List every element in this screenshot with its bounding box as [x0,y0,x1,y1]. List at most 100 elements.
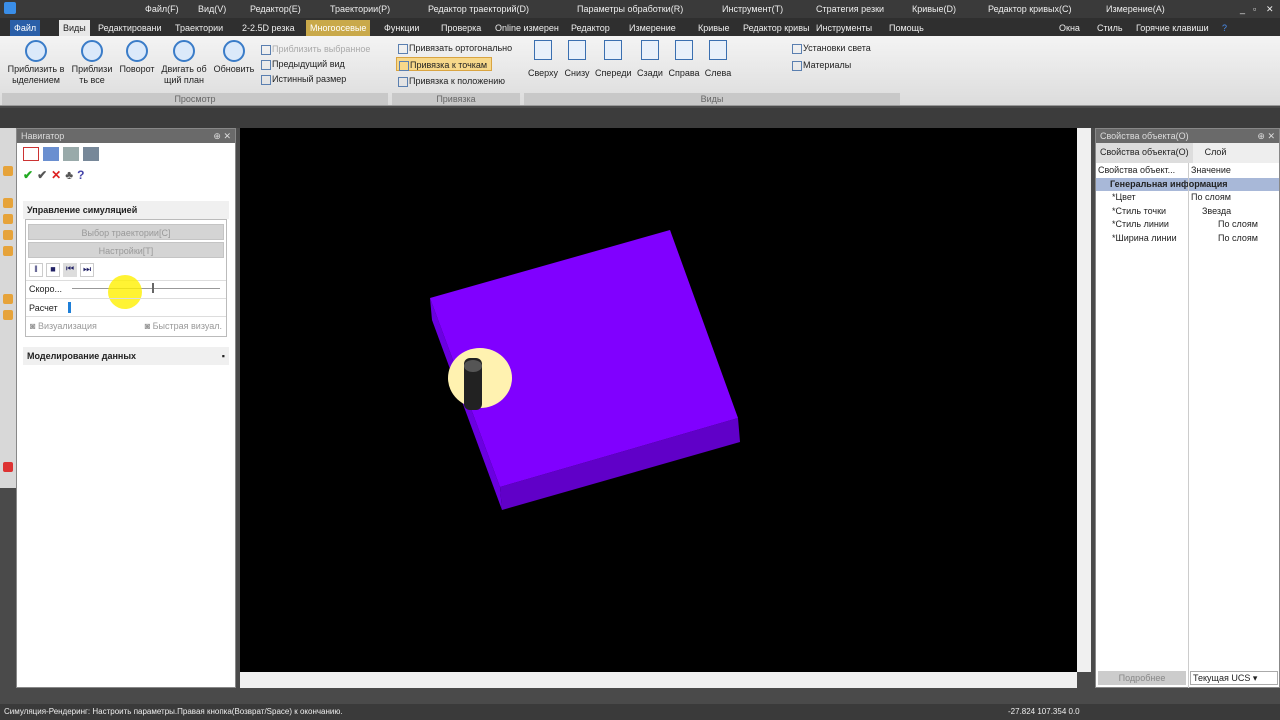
quadrant-tool-icon[interactable] [3,246,13,256]
pan-button[interactable]: Двигать об щий план [160,40,208,86]
tab-model-icon[interactable] [23,147,39,161]
fast-vis-checkbox[interactable]: ◙ Быстрая визуал. [145,321,222,331]
menu-curve-editor[interactable]: Редактор кривых(C) [988,4,1071,14]
materials-button[interactable]: Материалы [790,58,851,72]
stop-icon[interactable]: ■ [46,263,60,277]
angle-tool-icon[interactable] [3,310,13,320]
snap-position-button[interactable]: Привязка к положению [396,74,505,88]
tab-object-props[interactable]: Свойства объекта(O) [1096,143,1193,163]
ucs-select[interactable]: Текущая UCS ▾ [1190,671,1278,685]
tab-curves[interactable]: Кривые [694,20,734,36]
zoom-selection-button[interactable]: Приблизить в ыделением [4,40,68,86]
windows-menu[interactable]: Окна [1055,20,1084,36]
menu-params[interactable]: Параметры обработки(R) [577,4,683,14]
tab-edit[interactable]: Редактировани [94,20,166,36]
tab-paths[interactable]: Траектории [171,20,227,36]
maximize-button[interactable]: ▫ [1253,4,1256,14]
color-value[interactable]: По слоям [1191,191,1231,204]
tab-measure[interactable]: Измерение [625,20,680,36]
tab-tools[interactable]: Инструменты [812,20,876,36]
speed-slider-thumb[interactable] [152,283,155,293]
menu-paths[interactable]: Траектории(P) [330,4,390,14]
refresh-icon [223,40,245,62]
view-back-button[interactable]: Сзади [634,40,666,78]
refresh-button[interactable]: Обновить [210,40,258,75]
line-tool-icon[interactable] [3,166,13,176]
delete-icon[interactable] [3,462,13,472]
menu-view[interactable]: Вид(V) [198,4,226,14]
zoom-selected-button[interactable]: Приблизить выбранное [259,42,370,56]
grid-tool-icon[interactable] [3,294,13,304]
view-front-button[interactable]: Спереди [595,40,631,78]
light-settings-button[interactable]: Установки света [790,41,871,55]
snap-points-button[interactable]: Привязка к точкам [396,57,493,71]
tab-multiaxis[interactable]: Многоосевые [306,20,371,36]
tab-2d[interactable]: 2-2.5D резка [238,20,299,36]
style-menu[interactable]: Стиль [1093,20,1127,36]
tab-views[interactable]: Виды [59,20,90,36]
select-path-button[interactable]: Выбор траектории[C] [28,224,224,240]
menu-tool[interactable]: Инструмент(T) [722,4,783,14]
close-icon[interactable]: ⊕ ✕ [213,129,231,143]
tab-help[interactable]: Помощь [885,20,928,36]
navigator-actions: ✔ ✔ ✕ ♣ ? [17,165,235,187]
vertical-scrollbar[interactable] [1077,128,1091,672]
tab-layer[interactable]: Слой [1193,143,1239,163]
rotate-button[interactable]: Поворот [116,40,158,75]
help-icon[interactable]: ? [1218,20,1231,36]
view-right-button[interactable]: Справа [667,40,701,78]
close-icon[interactable]: ⊕ ✕ [1257,129,1275,143]
horizontal-scrollbar[interactable] [240,672,1077,688]
tool-tip [464,360,482,372]
cube-icon [709,40,727,60]
menu-measure[interactable]: Измерение(A) [1106,4,1165,14]
speed-slider[interactable] [72,288,220,289]
true-size-button[interactable]: Истинный размер [259,72,346,86]
settings-button[interactable]: Настройки[T] [28,242,224,258]
tab-online[interactable]: Online измерен [491,20,563,36]
rewind-icon[interactable]: ⏮ [63,263,77,277]
menu-curves[interactable]: Кривые(D) [912,4,956,14]
line-width-value[interactable]: По слоям [1218,232,1258,245]
apply-icon[interactable]: ✔ [37,168,47,184]
intersect-tool-icon[interactable] [3,214,13,224]
properties-grid: Свойства объект... Значение Генеральная … [1096,163,1279,688]
view-top-button[interactable]: Сверху [527,40,559,78]
tab-file[interactable]: Файл [10,20,41,36]
tab-part-icon[interactable] [43,147,59,161]
collapse-icon[interactable]: ▪ [222,351,225,361]
zoom-all-button[interactable]: Приблизи ть все [70,40,114,86]
snap-ortho-button[interactable]: Привязать ортогонально [396,41,512,55]
center-tool-icon[interactable] [3,230,13,240]
status-bar: Симуляция-Рендеринг: Настроить параметры… [0,704,1280,720]
ok-icon[interactable]: ✔ [23,168,33,184]
cancel-icon[interactable]: ✕ [51,168,61,184]
help-icon[interactable]: ? [77,168,84,184]
menu-path-editor[interactable]: Редактор траекторий(D) [428,4,529,14]
tab-check[interactable]: Проверка [437,20,485,36]
midpoint-tool-icon[interactable] [3,198,13,208]
menu-editor[interactable]: Редактор(E) [250,4,301,14]
menu-file[interactable]: Файл(F) [145,4,179,14]
step-icon[interactable]: ⏭ [80,263,94,277]
data-modeling-section[interactable]: Моделирование данных ▪ [23,347,229,365]
3d-viewport[interactable] [240,128,1077,672]
tab-curve-editor[interactable]: Редактор кривы [739,20,813,36]
tab-tool-icon[interactable] [63,147,79,161]
previous-view-button[interactable]: Предыдущий вид [259,57,345,71]
view-bottom-button[interactable]: Снизу [561,40,593,78]
point-style-value[interactable]: Звезда [1202,205,1231,218]
tab-editor[interactable]: Редактор [567,20,614,36]
tab-list-icon[interactable] [83,147,99,161]
close-button[interactable]: ✕ [1266,4,1274,15]
group-icon[interactable]: ♣ [65,168,73,184]
more-button[interactable]: Подробнее [1098,671,1186,685]
view-left-button[interactable]: Слева [702,40,734,78]
line-style-value[interactable]: По слоям [1218,218,1258,231]
visualization-checkbox[interactable]: ◙ Визуализация [30,321,97,331]
menu-strategy[interactable]: Стратегия резки [816,4,884,14]
minimize-button[interactable]: _ [1240,4,1245,14]
pause-icon[interactable]: ‖ [29,263,43,277]
hotkeys-menu[interactable]: Горячие клавиши [1132,20,1213,36]
tab-functions[interactable]: Функции [380,20,423,36]
